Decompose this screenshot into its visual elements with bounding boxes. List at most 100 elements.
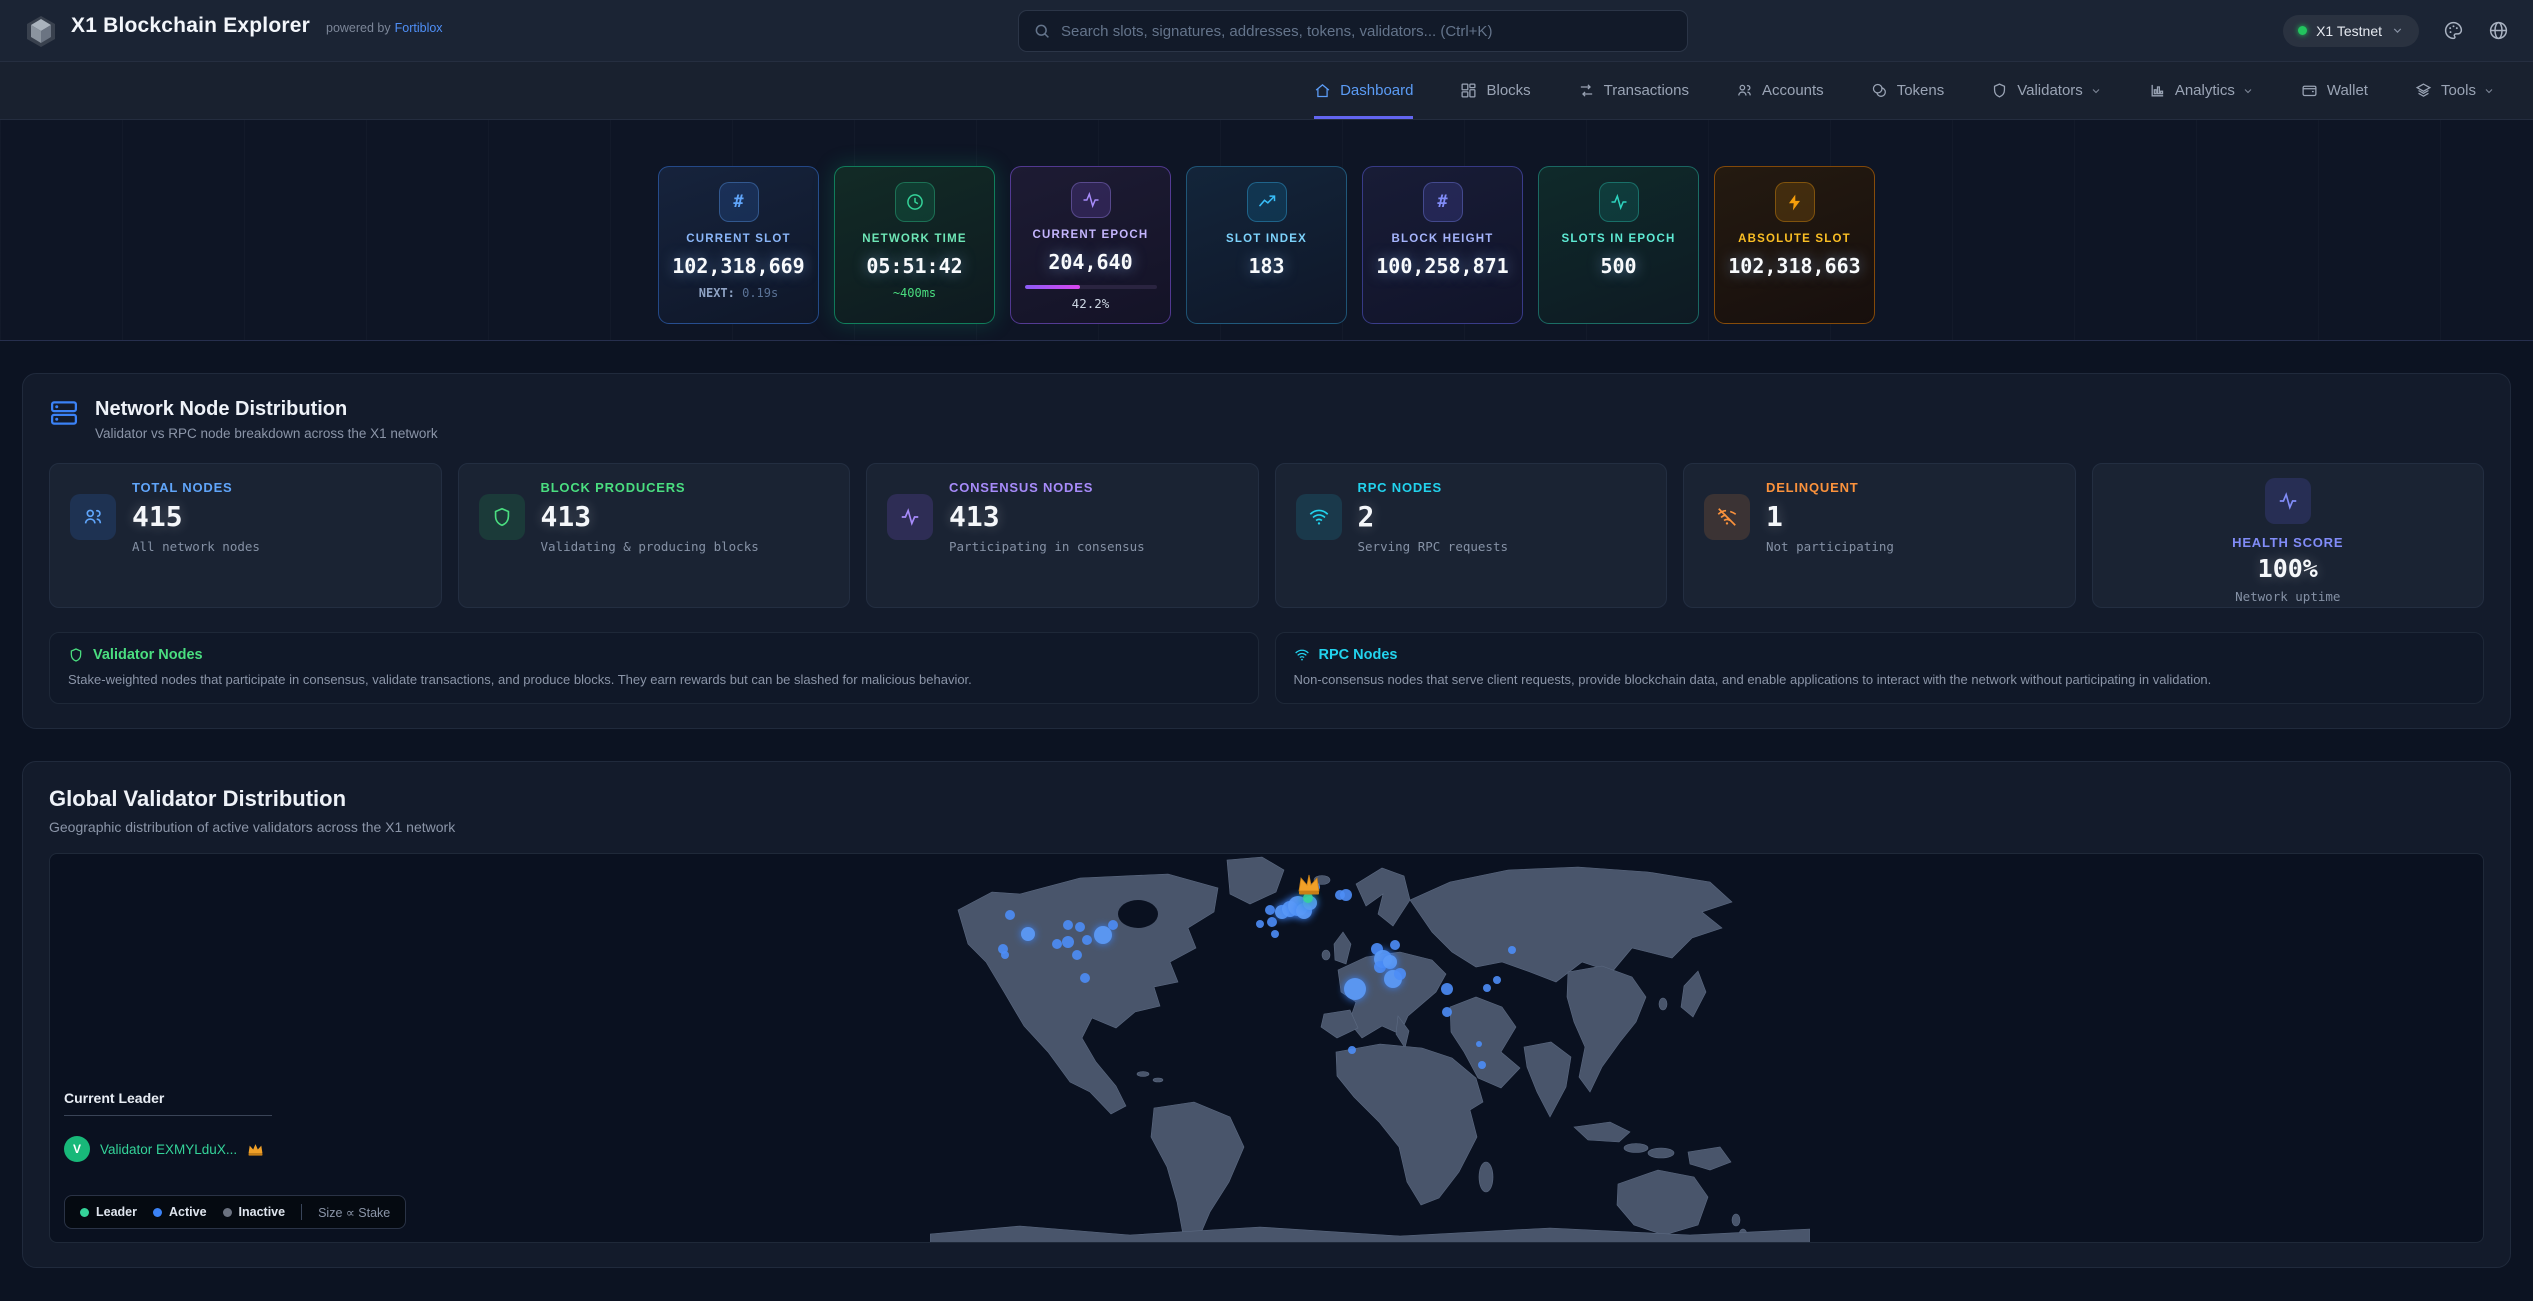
palette-icon[interactable] — [2443, 20, 2464, 41]
validator-dot[interactable] — [1442, 1007, 1452, 1017]
legend-item-active: Active — [153, 1205, 207, 1219]
validator-dot[interactable] — [1493, 976, 1501, 984]
map-legend: Leader Active Inactive Size ∝ Stake — [64, 1195, 406, 1229]
node-card-desc: Validating & producing blocks — [541, 539, 759, 554]
epoch-progress-bar — [1025, 285, 1157, 289]
activity-icon — [1599, 182, 1639, 222]
chevron-down-icon — [2391, 24, 2404, 37]
validator-dot[interactable] — [1052, 939, 1062, 949]
stat-value: 05:51:42 — [866, 254, 962, 278]
nav-item-wallet[interactable]: Wallet — [2301, 62, 2368, 119]
validator-dot[interactable] — [1383, 955, 1397, 969]
search-bar[interactable] — [1018, 10, 1688, 52]
home-icon — [1314, 82, 1331, 99]
node-card-delinquent: DELINQUENT 1 Not participating — [1683, 463, 2076, 608]
validator-dot[interactable] — [1001, 951, 1009, 959]
validator-dot[interactable] — [1390, 940, 1400, 950]
validator-dot[interactable] — [1265, 905, 1275, 915]
validator-dot[interactable] — [1267, 917, 1277, 927]
activity-icon — [1071, 182, 1111, 218]
fortiblox-link[interactable]: Fortiblox — [395, 21, 443, 35]
stat-card-slot-index: SLOT INDEX 183 — [1186, 166, 1347, 324]
node-card-desc: Not participating — [1766, 539, 1894, 554]
node-card-health-score: HEALTH SCORE 100% Network uptime — [2092, 463, 2485, 608]
node-card-desc: All network nodes — [132, 539, 260, 554]
validator-dot[interactable] — [1441, 983, 1453, 995]
validator-dot[interactable] — [1476, 1041, 1482, 1047]
stat-value: 204,640 — [1048, 250, 1132, 274]
globe-icon[interactable] — [2488, 20, 2509, 41]
validator-dot[interactable] — [1348, 1046, 1356, 1054]
stat-label: CURRENT SLOT — [686, 233, 790, 245]
powered-by: powered byFortiblox — [326, 21, 443, 35]
wifi-off-icon — [1704, 494, 1750, 540]
node-distribution-panel: Network Node Distribution Validator vs R… — [22, 373, 2511, 729]
world-map[interactable]: Current Leader V Validator EXMYLduX... L… — [49, 853, 2484, 1243]
info-desc: Stake-weighted nodes that participate in… — [68, 672, 1240, 687]
nav-item-blocks[interactable]: Blocks — [1460, 62, 1530, 119]
stat-card-current-epoch: CURRENT EPOCH 204,640 42.2% — [1010, 166, 1171, 324]
validator-dot[interactable] — [1108, 920, 1118, 930]
validator-dot[interactable] — [1483, 984, 1491, 992]
main-nav: Dashboard Blocks Transactions Accounts T… — [0, 62, 2533, 120]
validator-dot[interactable] — [1062, 936, 1074, 948]
tokens-icon — [1871, 82, 1888, 99]
rpc-nodes-info: RPC Nodes Non-consensus nodes that serve… — [1275, 632, 2485, 704]
cube-logo-icon[interactable] — [24, 14, 58, 48]
validator-dot[interactable] — [1340, 889, 1352, 901]
validator-dot[interactable] — [1256, 920, 1264, 928]
validator-dot[interactable] — [1271, 930, 1279, 938]
validator-dot[interactable] — [1005, 910, 1015, 920]
search-input[interactable] — [1061, 23, 1673, 40]
section-subtitle: Validator vs RPC node breakdown across t… — [95, 426, 438, 441]
node-card-label: DELINQUENT — [1766, 480, 1894, 495]
panel-header: Network Node Distribution Validator vs R… — [49, 398, 2484, 441]
search-icon — [1033, 22, 1051, 40]
nav-item-accounts[interactable]: Accounts — [1736, 62, 1824, 119]
nav-item-dashboard[interactable]: Dashboard — [1314, 62, 1413, 119]
current-leader-name[interactable]: Validator EXMYLduX... — [100, 1142, 237, 1157]
validator-dot[interactable] — [1508, 946, 1516, 954]
node-card-value: 413 — [541, 500, 759, 533]
divider — [64, 1115, 272, 1116]
stat-card-current-slot: # CURRENT SLOT 102,318,669 NEXT: 0.19s — [658, 166, 819, 324]
validator-dot[interactable] — [1478, 1061, 1486, 1069]
layers-icon — [2415, 82, 2432, 99]
stat-card-block-height: # BLOCK HEIGHT 100,258,871 — [1362, 166, 1523, 324]
legend-note: Size ∝ Stake — [318, 1205, 390, 1220]
validator-dot[interactable] — [1072, 950, 1082, 960]
validator-dot[interactable] — [1082, 935, 1092, 945]
node-card-value: 100% — [2258, 554, 2318, 583]
stat-value: 102,318,669 — [672, 254, 804, 278]
avatar: V — [64, 1136, 90, 1162]
current-leader-row[interactable]: V Validator EXMYLduX... — [64, 1136, 294, 1162]
wifi-icon — [1294, 647, 1310, 663]
accounts-icon — [1736, 82, 1753, 99]
node-stats-grid: TOTAL NODES 415 All network nodes BLOCK … — [49, 463, 2484, 608]
node-info-row: Validator Nodes Stake-weighted nodes tha… — [49, 632, 2484, 704]
legend-item-inactive: Inactive — [223, 1205, 286, 1219]
node-card-rpc-nodes: RPC NODES 2 Serving RPC requests — [1275, 463, 1668, 608]
info-title: Validator Nodes — [93, 647, 203, 663]
validator-dot[interactable] — [1394, 968, 1406, 980]
validator-dot[interactable] — [1063, 920, 1073, 930]
validator-dot[interactable] — [1021, 927, 1035, 941]
section-subtitle: Geographic distribution of active valida… — [49, 819, 2484, 835]
inactive-dot — [223, 1208, 232, 1217]
nav-item-validators[interactable]: Validators — [1991, 62, 2102, 119]
nav-item-transactions[interactable]: Transactions — [1578, 62, 1689, 119]
nav-item-tools[interactable]: Tools — [2415, 62, 2495, 119]
validator-dot[interactable] — [1344, 978, 1366, 1000]
stat-label: ABSOLUTE SLOT — [1738, 233, 1851, 245]
validator-dot[interactable] — [1075, 922, 1085, 932]
nav-item-tokens[interactable]: Tokens — [1871, 62, 1945, 119]
validator-dot[interactable] — [1080, 973, 1090, 983]
node-card-consensus-nodes: CONSENSUS NODES 413 Participating in con… — [866, 463, 1259, 608]
hero-stats: # CURRENT SLOT 102,318,669 NEXT: 0.19s N… — [0, 120, 2533, 341]
network-selector[interactable]: X1 Testnet — [2283, 15, 2419, 47]
world-map-svg — [930, 854, 1810, 1243]
stat-label: SLOTS IN EPOCH — [1562, 233, 1676, 245]
validator-dot[interactable] — [1094, 926, 1112, 944]
nav-item-analytics[interactable]: Analytics — [2149, 62, 2254, 119]
node-card-value: 1 — [1766, 500, 1894, 533]
